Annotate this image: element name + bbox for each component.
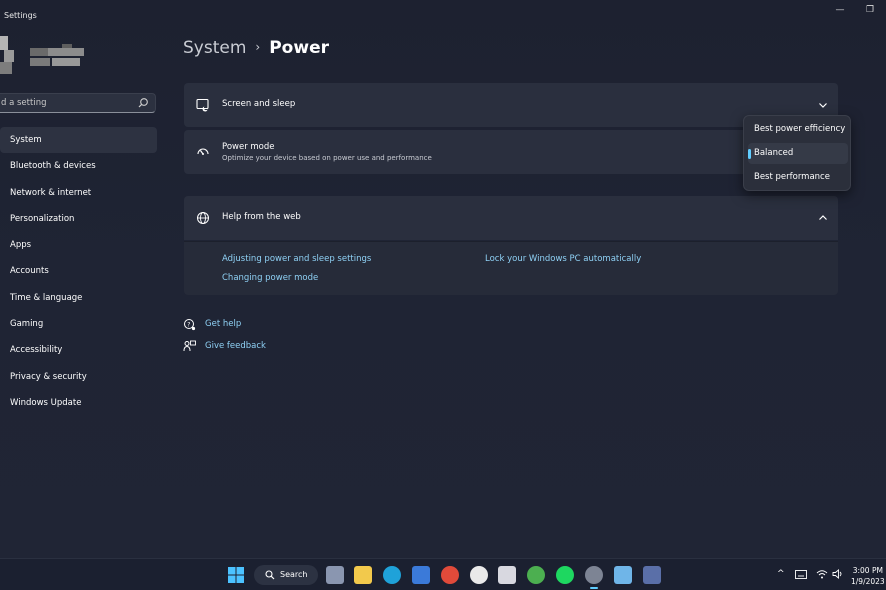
file-explorer-icon[interactable] — [354, 566, 372, 584]
clock-date: 1/9/2023 — [851, 577, 885, 586]
search-input[interactable] — [0, 94, 127, 112]
tray-chevron-up-icon[interactable]: ^ — [777, 569, 785, 579]
photos-icon[interactable] — [441, 566, 459, 584]
snipping-tool-icon[interactable] — [498, 566, 516, 584]
help-chat-icon: ? — [184, 319, 196, 331]
settings-search-box[interactable] — [0, 93, 156, 113]
taskbar-search[interactable]: Search — [254, 565, 318, 585]
sidebar-item-time-language[interactable]: Time & language — [0, 285, 157, 311]
svg-text:?: ? — [187, 321, 190, 328]
option-balanced-label: Balanced — [754, 148, 794, 158]
sidebar-item-accessibility[interactable]: Accessibility — [0, 337, 157, 363]
app-icon[interactable] — [643, 566, 661, 584]
link-adjusting-power-sleep[interactable]: Adjusting power and sleep settings — [222, 254, 371, 264]
sidebar-item-apps[interactable]: Apps — [0, 232, 157, 258]
sidebar-item-network[interactable]: Network & internet — [0, 180, 157, 206]
page-title: Power — [269, 38, 329, 58]
volume-icon[interactable] — [832, 569, 844, 579]
get-help-label: Get help — [205, 319, 242, 329]
app-title: Settings — [4, 11, 37, 20]
keyboard-icon[interactable] — [795, 570, 807, 579]
feedback-icon — [183, 340, 196, 352]
breadcrumb-system[interactable]: System — [183, 38, 246, 58]
settings-gear-icon[interactable] — [585, 566, 603, 584]
power-mode-subtitle: Optimize your device based on power use … — [222, 154, 432, 162]
edge-icon[interactable] — [383, 566, 401, 584]
sidebar-item-personalization[interactable]: Personalization — [0, 206, 157, 232]
power-mode-title: Power mode — [222, 142, 275, 152]
globe-icon — [197, 212, 209, 224]
breadcrumb: System › Power — [183, 38, 329, 62]
help-web-card[interactable]: Help from the web — [184, 196, 838, 240]
taskbar: Search ^ 3:00 PM 1/9/2023 — [0, 558, 886, 590]
slack-icon[interactable] — [470, 566, 488, 584]
gauge-icon — [197, 148, 209, 155]
breadcrumb-separator: › — [255, 40, 261, 54]
search-icon[interactable] — [137, 97, 149, 109]
active-app-indicator — [590, 587, 598, 589]
sidebar-item-gaming[interactable]: Gaming — [0, 311, 157, 337]
screen-sleep-title: Screen and sleep — [222, 99, 296, 109]
give-feedback-label: Give feedback — [205, 341, 266, 351]
power-mode-card: Power mode Optimize your device based on… — [184, 130, 838, 174]
sidebar-nav: System Bluetooth & devices Network & int… — [0, 127, 157, 416]
chevron-down-icon[interactable] — [818, 100, 828, 110]
remote-desktop-icon[interactable] — [614, 566, 632, 584]
screen-sleep-card[interactable]: Screen and sleep — [184, 83, 838, 127]
power-mode-dropdown[interactable]: Best power efficiency Balanced Best perf… — [743, 115, 851, 191]
sidebar-item-accounts[interactable]: Accounts — [0, 258, 157, 284]
option-best-performance[interactable]: Best performance — [748, 167, 848, 188]
task-view-icon[interactable] — [326, 566, 344, 584]
option-best-power-efficiency[interactable]: Best power efficiency — [748, 119, 848, 140]
help-web-title: Help from the web — [222, 212, 301, 222]
monitor-sleep-icon — [196, 98, 209, 112]
option-balanced[interactable]: Balanced — [748, 143, 848, 164]
wifi-icon[interactable] — [816, 569, 828, 579]
clock-time: 3:00 PM — [852, 566, 883, 575]
restore-button[interactable]: ❐ — [860, 2, 880, 20]
sidebar-item-bluetooth[interactable]: Bluetooth & devices — [0, 153, 157, 179]
minimize-button[interactable]: — — [830, 2, 850, 20]
sidebar-item-privacy[interactable]: Privacy & security — [0, 364, 157, 390]
avatar — [0, 36, 90, 76]
store-icon[interactable] — [412, 566, 430, 584]
link-lock-pc-automatically[interactable]: Lock your Windows PC automatically — [485, 254, 641, 264]
windows-start-icon[interactable] — [227, 566, 245, 584]
chevron-up-icon[interactable] — [818, 213, 828, 223]
help-links-panel: Adjusting power and sleep settings Chang… — [184, 241, 838, 295]
link-changing-power-mode[interactable]: Changing power mode — [222, 273, 318, 283]
settings-window: Settings — ❐ System Bluetooth & devices … — [0, 0, 886, 558]
title-bar: Settings — ❐ — [0, 0, 886, 32]
search-icon — [265, 570, 275, 580]
sidebar-item-windows-update[interactable]: Windows Update — [0, 390, 157, 416]
chrome-icon[interactable] — [527, 566, 545, 584]
taskbar-search-label: Search — [280, 570, 308, 579]
sidebar-item-system[interactable]: System — [0, 127, 157, 154]
clock[interactable]: 3:00 PM 1/9/2023 — [851, 565, 885, 587]
spotify-icon[interactable] — [556, 566, 574, 584]
selection-indicator — [748, 149, 751, 159]
